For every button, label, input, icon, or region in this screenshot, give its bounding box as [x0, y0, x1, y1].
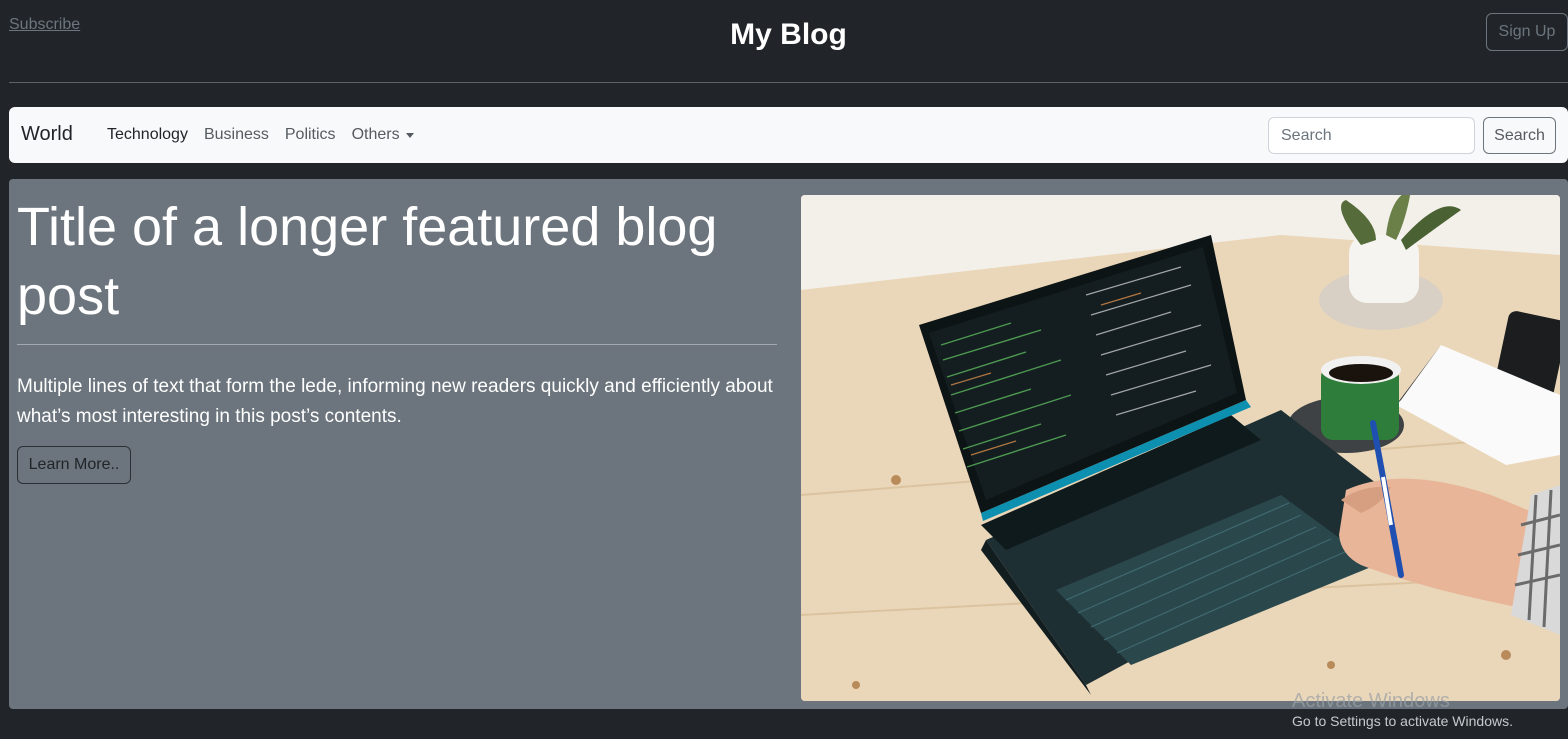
- nav-link-technology[interactable]: Technology: [99, 126, 196, 144]
- divider: [17, 344, 777, 345]
- blog-title[interactable]: My Blog: [9, 18, 1568, 52]
- featured-post-lede: Multiple lines of text that form the led…: [17, 376, 773, 427]
- nav-link-business[interactable]: Business: [196, 126, 277, 144]
- nav-link-politics[interactable]: Politics: [277, 126, 344, 144]
- site-header: Subscribe My Blog Sign Up: [9, 0, 1568, 83]
- caret-down-icon: [405, 132, 414, 138]
- category-navbar: World Technology Business Politics Other…: [9, 107, 1568, 163]
- featured-post-image: [801, 195, 1560, 701]
- watermark-subtitle: Go to Settings to activate Windows.: [1292, 713, 1513, 729]
- nav-link-label: Technology: [107, 126, 188, 143]
- nav-link-label: Business: [203, 126, 269, 143]
- sign-up-button[interactable]: Sign Up: [1486, 13, 1568, 51]
- search-input[interactable]: [1268, 117, 1475, 154]
- featured-post: Title of a longer featured blog post Mul…: [9, 179, 1568, 709]
- nav-link-label: Others: [351, 126, 400, 143]
- nav-link-label: Politics: [284, 126, 336, 143]
- navbar-brand[interactable]: World: [21, 123, 73, 146]
- nav-links: Technology Business Politics Others: [99, 107, 422, 163]
- learn-more-button[interactable]: Learn More..: [17, 446, 131, 484]
- featured-post-title: Title of a longer featured blog post: [17, 197, 718, 326]
- nav-dropdown-others[interactable]: Others: [344, 126, 422, 144]
- activation-watermark: Activate Windows Go to Settings to activ…: [1292, 690, 1513, 729]
- watermark-title: Activate Windows: [1292, 690, 1450, 712]
- laptop-photo: [801, 195, 1560, 701]
- search-button[interactable]: Search: [1483, 117, 1556, 154]
